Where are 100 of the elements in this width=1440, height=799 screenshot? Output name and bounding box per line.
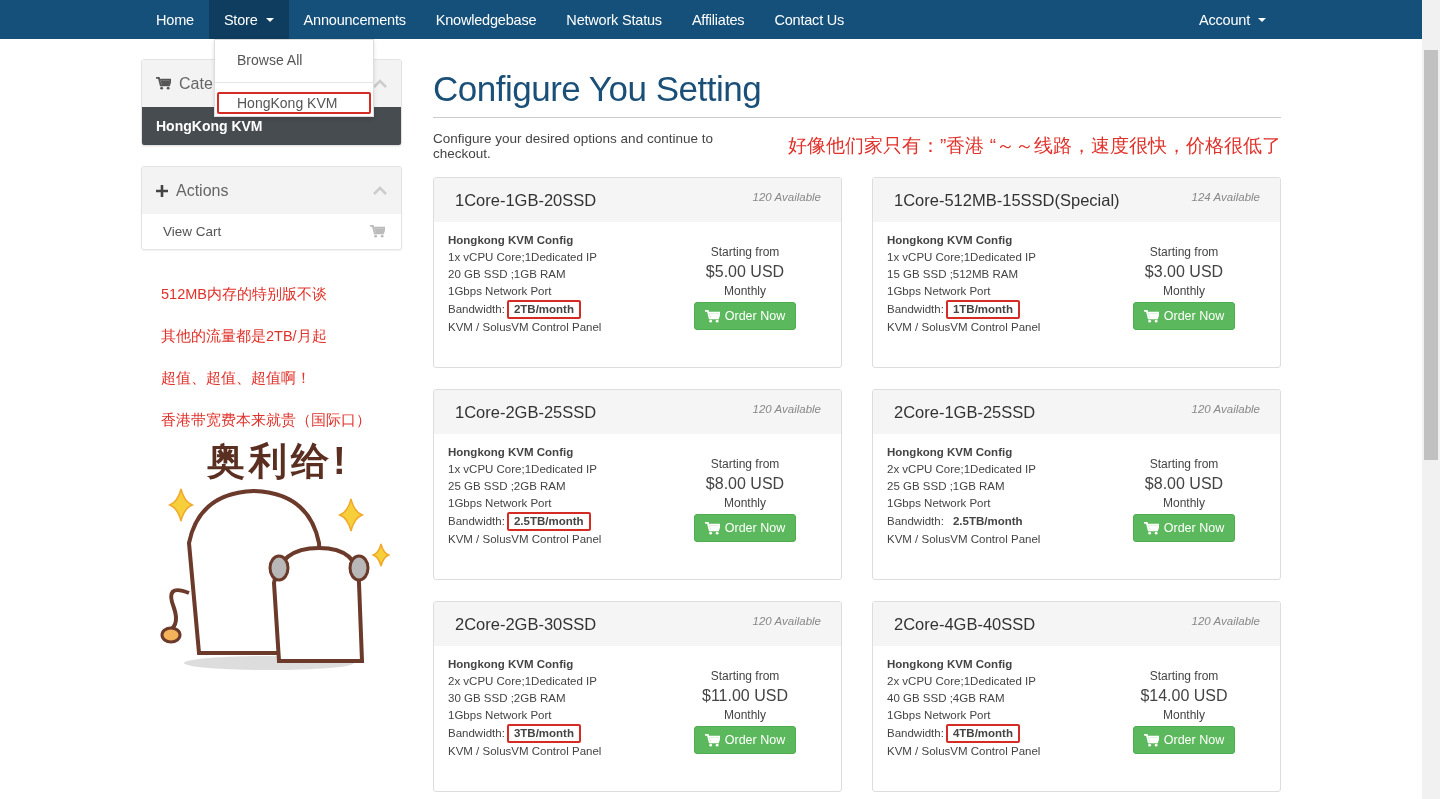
price-text: $14.00 USD: [1140, 686, 1228, 706]
sticker-caption: 奥利给!: [207, 439, 350, 483]
config-title: Hongkong KVM Config: [887, 445, 1014, 460]
price-text: $8.00 USD: [705, 474, 785, 494]
price-label: Starting from: [710, 456, 780, 473]
nav-link[interactable]: Announcements: [288, 0, 421, 39]
cart-icon: [156, 77, 171, 90]
bandwidth-value: 2TB/month: [506, 300, 581, 319]
cart-icon: [1143, 733, 1159, 747]
price-label: Starting from: [1149, 668, 1219, 685]
feature-text: 2x vCPU Core;1Dedicated IP: [887, 674, 1037, 689]
product-name: 2Core-2GB-30SSD: [455, 615, 597, 635]
feature-text: KVM / SolusVM Control Panel: [448, 320, 603, 335]
feature-text: KVM / SolusVM Control Panel: [448, 744, 603, 759]
bandwidth-label: Bandwidth:: [448, 302, 505, 317]
billing-cycle: Monthly: [1163, 707, 1205, 724]
nav-link[interactable]: Home: [141, 0, 209, 39]
menu-item[interactable]: HongKong KVM: [217, 92, 371, 114]
nav-link[interactable]: Knowledgebase: [420, 0, 552, 39]
cart-icon: [370, 225, 385, 238]
billing-cycle: Monthly: [1163, 495, 1205, 512]
bandwidth-value: 4TB/month: [945, 724, 1020, 743]
feature-text: 25 GB SSD ;1GB RAM: [887, 479, 1006, 494]
chevron-up-icon[interactable]: [373, 185, 387, 196]
feature-text: 1x vCPU Core;1Dedicated IP: [448, 250, 598, 265]
billing-cycle: Monthly: [724, 707, 766, 724]
bandwidth-label: Bandwidth:: [887, 726, 944, 741]
config-title: Hongkong KVM Config: [887, 657, 1014, 672]
price-label: Starting from: [710, 668, 780, 685]
feature-text: KVM / SolusVM Control Panel: [448, 532, 603, 547]
bandwidth-value: 3TB/month: [506, 724, 581, 743]
feature-text: KVM / SolusVM Control Panel: [887, 532, 1042, 547]
feature-text: 20 GB SSD ;1GB RAM: [448, 267, 567, 282]
annotation-text: 其他的流量都是2TB/月起: [161, 327, 328, 346]
feature-text: 1Gbps Network Port: [887, 284, 992, 299]
config-title: Hongkong KVM Config: [448, 657, 575, 672]
feature-text: 1Gbps Network Port: [887, 708, 992, 723]
price-text: $5.00 USD: [705, 262, 785, 282]
billing-cycle: Monthly: [1163, 283, 1205, 300]
feature-text: 1x vCPU Core;1Dedicated IP: [448, 462, 598, 477]
page-title: Configure You Setting: [433, 67, 1281, 118]
account-menu[interactable]: Account: [1184, 0, 1281, 39]
price-text: $3.00 USD: [1144, 262, 1224, 282]
bandwidth-label: Bandwidth:: [887, 514, 944, 529]
price-label: Starting from: [1149, 244, 1219, 261]
bandwidth-value: 1TB/month: [945, 300, 1020, 319]
annotation-text: 好像他们家只有：”香港 “～～线路，速度很快，价格很低了: [788, 134, 1281, 158]
view-cart-link[interactable]: View Cart: [142, 214, 401, 249]
cart-icon: [1143, 521, 1159, 535]
availability-text: 120 Available: [1191, 615, 1260, 629]
bandwidth-value: 2.5TB/month: [506, 512, 591, 531]
price-text: $11.00 USD: [702, 686, 788, 706]
plus-icon: [156, 184, 168, 197]
bandwidth-label: Bandwidth:: [887, 302, 944, 317]
feature-text: 40 GB SSD ;4GB RAM: [887, 691, 1006, 706]
cart-icon: [704, 521, 720, 535]
nav-link[interactable]: Store: [208, 0, 289, 39]
product-name: 1Core-2GB-25SSD: [455, 403, 597, 423]
page-subtitle: Configure your desired options and continue to checkout.: [433, 131, 714, 161]
feature-text: 15 GB SSD ;512MB RAM: [887, 267, 1020, 282]
bandwidth-label: Bandwidth:: [448, 726, 505, 741]
scrollbar[interactable]: [1422, 0, 1440, 799]
bandwidth-value: 2.5TB/month: [951, 514, 1024, 529]
panel-title: Cate: [179, 74, 214, 93]
feature-text: 2x vCPU Core;1Dedicated IP: [887, 462, 1037, 477]
feature-text: 1Gbps Network Port: [448, 496, 553, 511]
annotation-text: 512MB内存的特别版不谈: [161, 285, 328, 304]
product-name: 2Core-1GB-25SSD: [894, 403, 1036, 423]
config-title: Hongkong KVM Config: [448, 233, 575, 248]
annotation-text: 香港带宽费本来就贵（国际口）: [161, 411, 372, 430]
feature-text: KVM / SolusVM Control Panel: [887, 744, 1042, 759]
price-text: $8.00 USD: [1144, 474, 1224, 494]
cart-icon: [1143, 309, 1159, 323]
billing-cycle: Monthly: [724, 495, 766, 512]
product-name: 1Core-512MB-15SSD(Special): [894, 191, 1120, 211]
panel-title: Actions: [176, 181, 230, 200]
chevron-up-icon[interactable]: [373, 78, 387, 89]
product-name: 2Core-4GB-40SSD: [894, 615, 1036, 635]
price-label: Starting from: [710, 244, 780, 261]
feature-text: KVM / SolusVM Control Panel: [887, 320, 1042, 335]
nav-link[interactable]: Contact Us: [759, 0, 860, 39]
billing-cycle: Monthly: [724, 283, 766, 300]
menu-item[interactable]: Browse All: [215, 46, 373, 74]
feature-text: 1x vCPU Core;1Dedicated IP: [887, 250, 1037, 265]
nav-link[interactable]: Affiliates: [676, 0, 760, 39]
config-title: Hongkong KVM Config: [448, 445, 575, 460]
feature-text: 1Gbps Network Port: [887, 496, 992, 511]
bandwidth-label: Bandwidth:: [448, 514, 505, 529]
nav-link[interactable]: Network Status: [551, 0, 677, 39]
feature-text: 30 GB SSD ;2GB RAM: [448, 691, 567, 706]
feature-text: 2x vCPU Core;1Dedicated IP: [448, 674, 598, 689]
feature-text: 1Gbps Network Port: [448, 284, 553, 299]
availability-text: 120 Available: [752, 403, 821, 417]
cart-icon: [704, 733, 720, 747]
price-label: Starting from: [1149, 456, 1219, 473]
product-name: 1Core-1GB-20SSD: [455, 191, 597, 211]
availability-text: 120 Available: [752, 615, 821, 629]
availability-text: 120 Available: [1191, 403, 1260, 417]
annotation-text: 超值、超值、超值啊！: [161, 369, 312, 388]
availability-text: 120 Available: [752, 191, 821, 205]
